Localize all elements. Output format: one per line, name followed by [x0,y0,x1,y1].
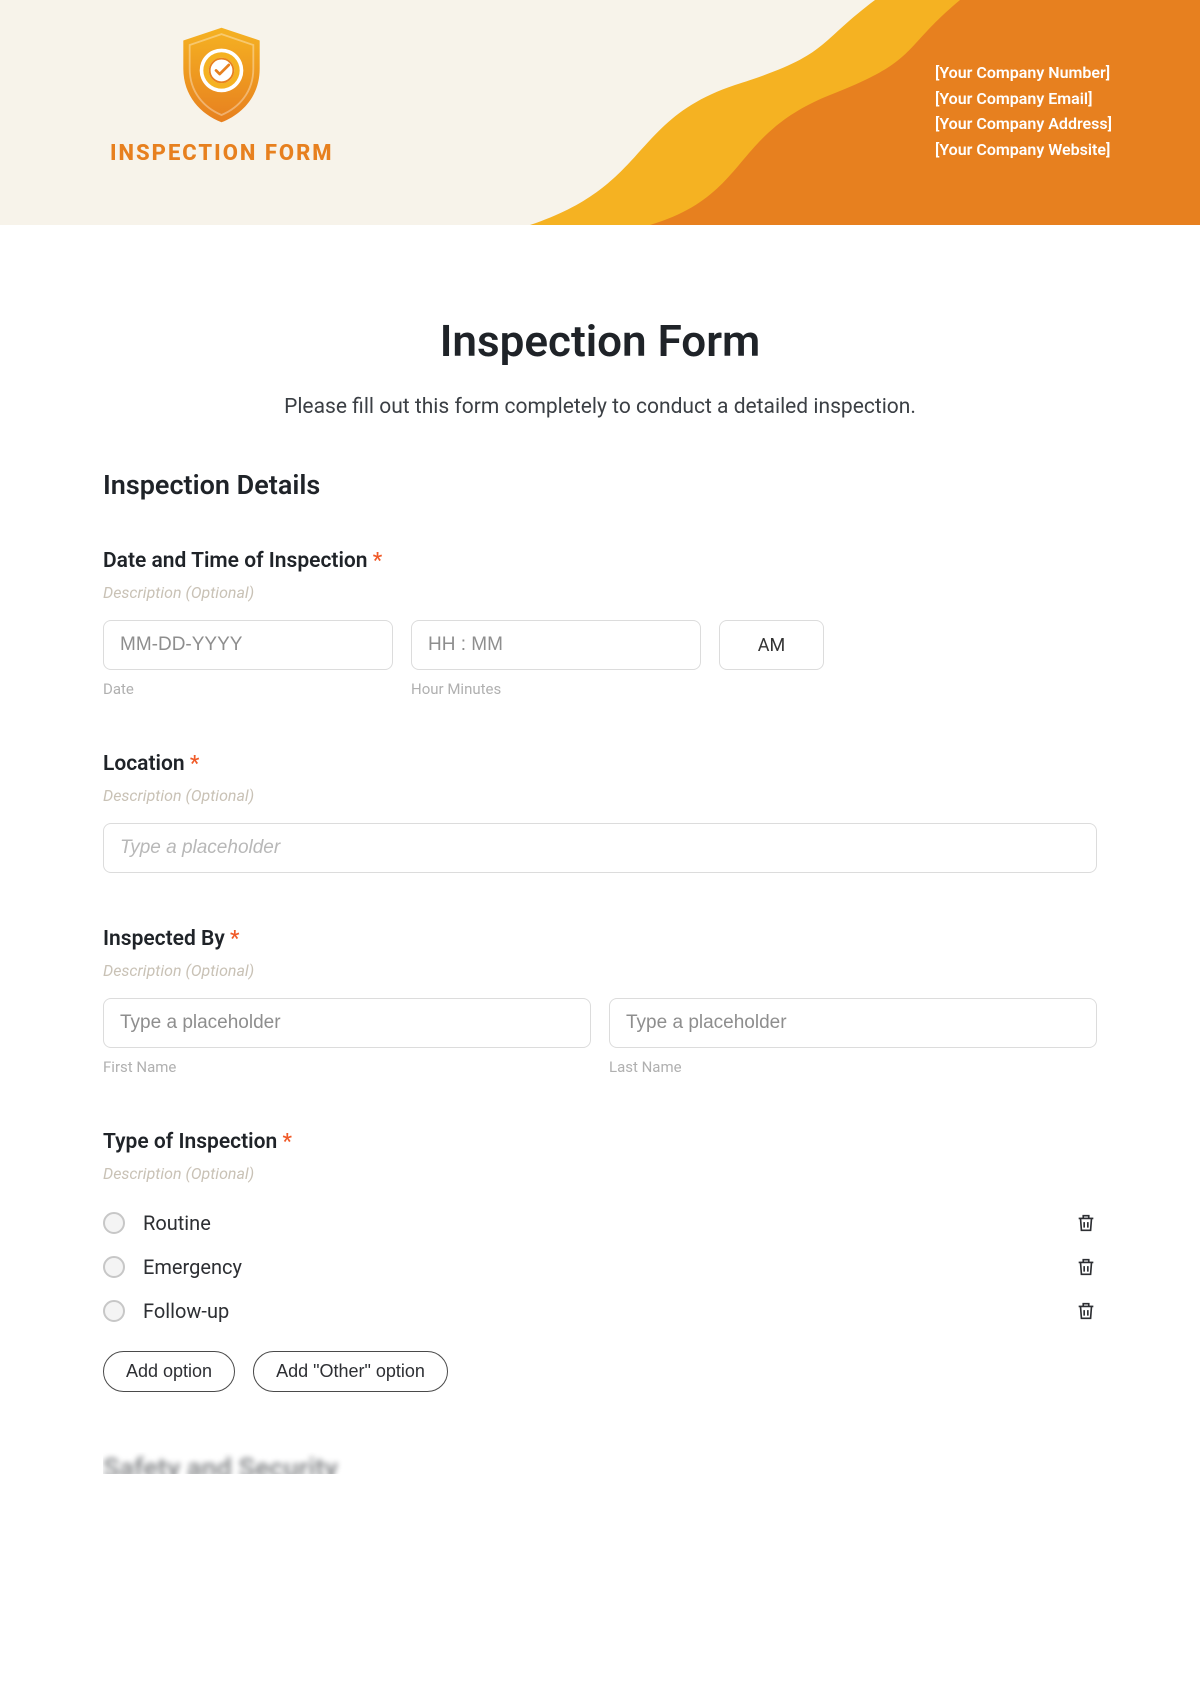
section-safety-security-partial: Safety and Security [103,1452,1097,1474]
required-asterisk: * [373,549,382,573]
radio-label[interactable]: Emergency [143,1255,1075,1279]
field-label: Inspected By * [103,927,1097,951]
section-inspection-details: Inspection Details [103,469,1097,501]
trash-icon[interactable] [1075,1256,1097,1278]
header-banner: INSPECTION FORM [Your Company Number] [Y… [0,0,1200,225]
page-title: Inspection Form [103,315,1097,367]
cutoff-text: Safety and Security [103,1452,338,1474]
radio-input[interactable] [103,1212,125,1234]
field-description[interactable]: Description (Optional) [103,961,1097,980]
date-caption: Date [103,680,393,698]
field-label: Date and Time of Inspection * [103,549,1097,573]
required-asterisk: * [190,752,199,776]
trash-icon[interactable] [1075,1300,1097,1322]
field-description[interactable]: Description (Optional) [103,786,1097,805]
time-caption: Hour Minutes [411,680,701,698]
logo-title: INSPECTION FORM [110,141,334,166]
field-description[interactable]: Description (Optional) [103,583,1097,602]
field-type-of-inspection: Type of Inspection * Description (Option… [103,1130,1097,1392]
last-name-input[interactable] [609,998,1097,1048]
company-email: [Your Company Email] [935,86,1112,112]
field-description[interactable]: Description (Optional) [103,1164,1097,1183]
radio-option: Emergency [103,1245,1097,1289]
logo-block: INSPECTION FORM [110,25,334,166]
radio-input[interactable] [103,1256,125,1278]
shield-badge-icon [174,25,269,125]
company-number: [Your Company Number] [935,60,1112,86]
company-address: [Your Company Address] [935,111,1112,137]
form-content: Inspection Form Please fill out this for… [0,225,1200,1474]
location-input[interactable] [103,823,1097,873]
first-name-caption: First Name [103,1058,591,1076]
add-other-option-button[interactable]: Add "Other" option [253,1351,448,1392]
ampm-toggle[interactable]: AM [719,620,824,670]
trash-icon[interactable] [1075,1212,1097,1234]
field-label-text: Type of Inspection [103,1130,277,1154]
radio-label[interactable]: Routine [143,1211,1075,1235]
company-info: [Your Company Number] [Your Company Emai… [935,60,1112,162]
first-name-input[interactable] [103,998,591,1048]
required-asterisk: * [230,927,239,951]
page-subtitle: Please fill out this form completely to … [103,395,1097,419]
field-label-text: Inspected By [103,927,225,951]
field-datetime: Date and Time of Inspection * Descriptio… [103,549,1097,698]
field-label: Location * [103,752,1097,776]
required-asterisk: * [282,1130,291,1154]
field-label: Type of Inspection * [103,1130,1097,1154]
company-website: [Your Company Website] [935,137,1112,163]
date-input[interactable] [103,620,393,670]
add-option-button[interactable]: Add option [103,1351,235,1392]
last-name-caption: Last Name [609,1058,1097,1076]
radio-option: Routine [103,1201,1097,1245]
field-inspected-by: Inspected By * Description (Optional) Fi… [103,927,1097,1076]
field-location: Location * Description (Optional) [103,752,1097,873]
radio-label[interactable]: Follow-up [143,1299,1075,1323]
time-input[interactable] [411,620,701,670]
radio-option: Follow-up [103,1289,1097,1333]
field-label-text: Location [103,752,185,776]
radio-input[interactable] [103,1300,125,1322]
field-label-text: Date and Time of Inspection [103,549,368,573]
